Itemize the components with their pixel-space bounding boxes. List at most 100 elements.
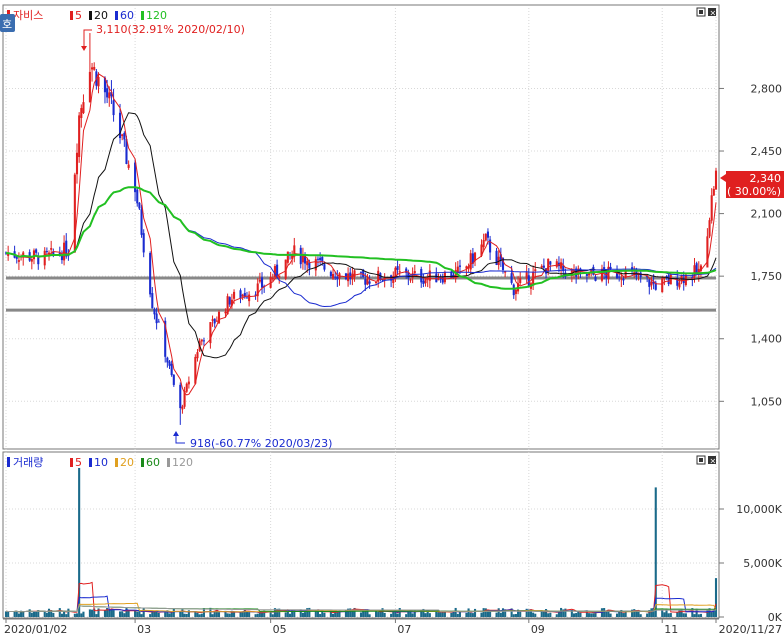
candle-body xyxy=(32,250,36,260)
volume-bar xyxy=(121,611,124,617)
volume-bar xyxy=(140,614,143,617)
side-badge[interactable]: 호 xyxy=(0,14,15,32)
volume-bar xyxy=(301,612,304,617)
volume-bar xyxy=(138,611,141,617)
ma-legend-label: 5 xyxy=(75,9,82,22)
candle-body xyxy=(527,275,530,286)
volume-bar xyxy=(383,612,386,617)
candle-body xyxy=(482,240,485,248)
price-tick-label: 1,750 xyxy=(751,270,783,283)
ma-legend-label: 60 xyxy=(120,9,134,22)
volume-bar xyxy=(15,611,18,617)
volume-bar xyxy=(103,610,107,617)
volume-bar xyxy=(609,613,612,617)
vol-legend-label: 10 xyxy=(94,456,108,469)
candle-body xyxy=(334,276,337,278)
volume-bar xyxy=(256,613,259,617)
candle-body xyxy=(650,281,653,286)
candle-body xyxy=(512,284,515,296)
volume-bar xyxy=(35,611,38,617)
candle-body xyxy=(323,264,326,270)
volume-bar xyxy=(213,611,216,617)
candle-body xyxy=(17,260,20,262)
candle-body xyxy=(484,233,487,241)
y-axis-ticks: 2,800 2,450 2,100 1,750 1,400 1,050 xyxy=(719,82,782,408)
candle-body xyxy=(347,273,350,282)
volume-bar xyxy=(603,608,606,617)
volume-bar xyxy=(542,611,545,617)
candle-body xyxy=(353,270,356,277)
candle-body xyxy=(239,290,242,299)
volume-bar xyxy=(396,613,399,617)
candle-body xyxy=(710,195,713,221)
candle-body xyxy=(211,319,214,321)
volume-bar xyxy=(405,614,408,617)
volume-bar xyxy=(200,613,203,617)
candle-body xyxy=(329,271,332,277)
candle-body xyxy=(88,71,91,103)
candle-body xyxy=(202,340,205,342)
ma-legend-label: 20 xyxy=(94,9,108,22)
volume-bar xyxy=(228,613,231,617)
candle-body xyxy=(409,279,412,281)
volume-bar xyxy=(321,611,324,617)
candle-body xyxy=(594,276,597,281)
volume-bar xyxy=(136,611,139,617)
volume-title: 거래량 xyxy=(13,456,43,469)
candle-body xyxy=(319,257,322,261)
candle-body xyxy=(43,250,46,266)
volume-bar xyxy=(424,613,427,617)
candle-body xyxy=(510,273,513,283)
volume-bar xyxy=(486,611,489,617)
candle-body xyxy=(308,262,311,269)
high-note: 3,110(32.91% 2020/02/10) xyxy=(96,23,245,36)
volume-bar xyxy=(497,608,500,617)
volume-bar xyxy=(123,613,126,617)
candle-body xyxy=(45,251,48,253)
legend-swatch xyxy=(70,458,73,467)
volume-bar xyxy=(112,610,115,617)
legend-swatch xyxy=(115,458,118,467)
candle-body xyxy=(534,269,537,272)
vol-legend-label: 120 xyxy=(172,456,193,469)
candle-body xyxy=(398,271,401,273)
volume-bar xyxy=(710,612,713,617)
volume-bar xyxy=(456,613,459,617)
ma-legend-label: 120 xyxy=(146,9,167,22)
candle-body xyxy=(618,276,621,278)
volume-bar xyxy=(157,612,160,617)
volume-bar xyxy=(217,612,221,617)
candle-body xyxy=(224,311,227,314)
candle-body xyxy=(424,279,427,284)
candle-body xyxy=(187,381,190,385)
volume-bar xyxy=(17,613,20,617)
candle-body xyxy=(149,253,152,295)
volume-bar xyxy=(534,613,537,617)
volume-bar xyxy=(95,614,98,617)
price-panel-frame xyxy=(2,4,720,450)
candle-body xyxy=(112,100,115,116)
volume-bar xyxy=(693,614,696,617)
low-note: 918(-60.77% 2020/03/23) xyxy=(190,437,332,450)
volume-bar xyxy=(684,613,687,617)
volume-bar xyxy=(359,612,363,617)
legend-swatch xyxy=(141,458,144,467)
volume-bar xyxy=(588,613,591,617)
candle-body xyxy=(50,248,53,250)
candle-body xyxy=(258,279,261,282)
volume-bar xyxy=(308,607,311,617)
candle-body xyxy=(364,279,367,285)
volume-bar xyxy=(650,608,653,617)
volume-bar xyxy=(288,613,292,617)
candle-body xyxy=(437,279,440,281)
candle-body xyxy=(306,261,309,266)
candle-body xyxy=(153,309,156,315)
current-change: ( 30.00%) xyxy=(727,185,781,198)
volume-bar xyxy=(254,614,257,617)
candle-body xyxy=(547,258,550,272)
volume-bar xyxy=(168,613,171,617)
candle-body xyxy=(30,258,33,262)
candle-body xyxy=(542,265,545,268)
volume-bar xyxy=(572,613,576,617)
volume-bar xyxy=(142,608,145,617)
